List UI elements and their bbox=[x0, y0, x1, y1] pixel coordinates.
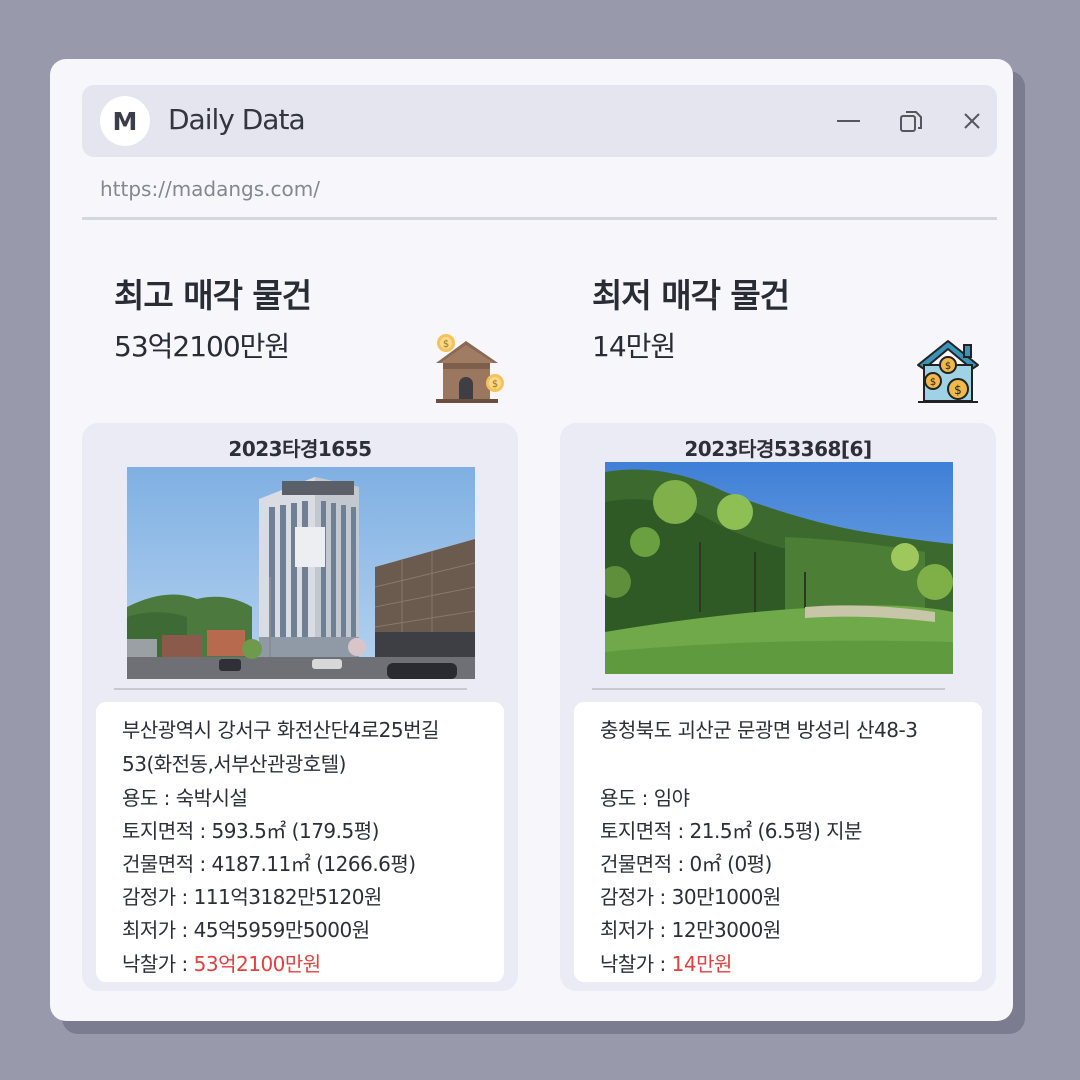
lowest-winning-bid: 낙찰가 : 14만원 bbox=[600, 948, 732, 977]
highest-minimum: 최저가 : 45억5959만5000원 bbox=[122, 918, 370, 942]
minimize-icon[interactable] bbox=[834, 107, 862, 135]
svg-text:$: $ bbox=[443, 339, 449, 350]
highest-photo-divider bbox=[114, 688, 467, 690]
lowest-usage: 용도 : 임야 bbox=[600, 786, 690, 810]
close-icon[interactable] bbox=[958, 107, 986, 135]
highest-winning-bid: 낙찰가 : 53억2100만원 bbox=[122, 948, 321, 977]
app-window: M Daily Data https://madangs.com/ 최고 매각 … bbox=[50, 59, 1013, 1021]
highest-price: 53억2100만원 bbox=[114, 330, 290, 363]
lowest-appraisal: 감정가 : 30만1000원 bbox=[600, 885, 781, 909]
app-logo: M bbox=[100, 96, 150, 146]
svg-text:$: $ bbox=[945, 361, 951, 372]
highest-address-line1: 부산광역시 강서구 화전산단4로25번길 bbox=[122, 718, 439, 742]
highest-building-area: 건물면적 : 4187.11㎡ (1266.6평) bbox=[122, 852, 416, 876]
highest-winning-value: 53억2100만원 bbox=[193, 952, 322, 976]
highest-appraisal: 감정가 : 111억3182만5120원 bbox=[122, 885, 382, 909]
highest-property-card[interactable]: 2023타경1655 부산광역시 강서구 화전산단4로25번길 53(화전동,서… bbox=[82, 423, 518, 991]
house-coin-icon: $ $ bbox=[432, 331, 506, 409]
hotel-building-photo[interactable] bbox=[127, 467, 475, 679]
lowest-building-area: 건물면적 : 0㎡ (0평) bbox=[600, 852, 772, 876]
title-bar: M Daily Data bbox=[82, 85, 997, 157]
restore-icon[interactable] bbox=[897, 107, 925, 135]
lowest-address-line1: 충청북도 괴산군 문광면 방성리 산48-3 bbox=[600, 718, 918, 742]
svg-text:$: $ bbox=[492, 379, 498, 390]
lowest-land-area: 토지면적 : 21.5㎡ (6.5평) 지분 bbox=[600, 819, 862, 843]
forest-land-photo[interactable] bbox=[605, 462, 953, 674]
app-title: Daily Data bbox=[168, 103, 306, 136]
house-money-icon: $ $ $ bbox=[916, 339, 980, 409]
url-text[interactable]: https://madangs.com/ bbox=[100, 177, 320, 201]
highest-case-number[interactable]: 2023타경1655 bbox=[82, 433, 518, 462]
lowest-heading: 최저 매각 물건 bbox=[592, 276, 790, 315]
highest-address-line2: 53(화전동,서부산관광호텔) bbox=[122, 752, 346, 776]
url-divider bbox=[82, 217, 997, 220]
highest-land-area: 토지면적 : 593.5㎡ (179.5평) bbox=[122, 819, 379, 843]
lowest-photo-divider bbox=[592, 688, 945, 690]
lowest-property-card[interactable]: 2023타경53368[6] 충청북도 괴산군 문광면 방성리 산48-3 용도… bbox=[560, 423, 996, 991]
svg-text:$: $ bbox=[930, 377, 936, 388]
lowest-winning-value: 14만원 bbox=[671, 952, 733, 976]
lowest-case-number[interactable]: 2023타경53368[6] bbox=[560, 433, 996, 462]
highest-heading: 최고 매각 물건 bbox=[114, 276, 312, 315]
lowest-minimum: 최저가 : 12만3000원 bbox=[600, 918, 781, 942]
lowest-price: 14만원 bbox=[592, 330, 676, 363]
highest-usage: 용도 : 숙박시설 bbox=[122, 786, 248, 810]
svg-text:$: $ bbox=[954, 383, 962, 397]
highest-winning-label: 낙찰가 : bbox=[122, 952, 194, 976]
highest-details: 부산광역시 강서구 화전산단4로25번길 53(화전동,서부산관광호텔) 용도 … bbox=[96, 702, 504, 982]
lowest-details: 충청북도 괴산군 문광면 방성리 산48-3 용도 : 임야 토지면적 : 21… bbox=[574, 702, 982, 982]
lowest-winning-label: 낙찰가 : bbox=[600, 952, 672, 976]
